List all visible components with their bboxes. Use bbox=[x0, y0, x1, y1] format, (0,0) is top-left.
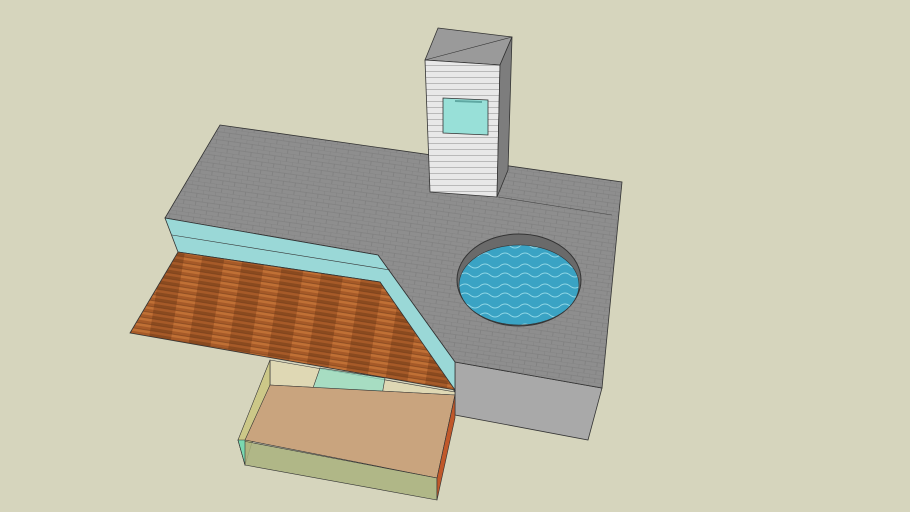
tower-window bbox=[442, 97, 489, 136]
tower-top bbox=[424, 27, 513, 66]
round-pool-water bbox=[458, 244, 580, 326]
model-viewport[interactable] bbox=[0, 0, 910, 512]
lower-box-corner-glass bbox=[237, 439, 246, 466]
